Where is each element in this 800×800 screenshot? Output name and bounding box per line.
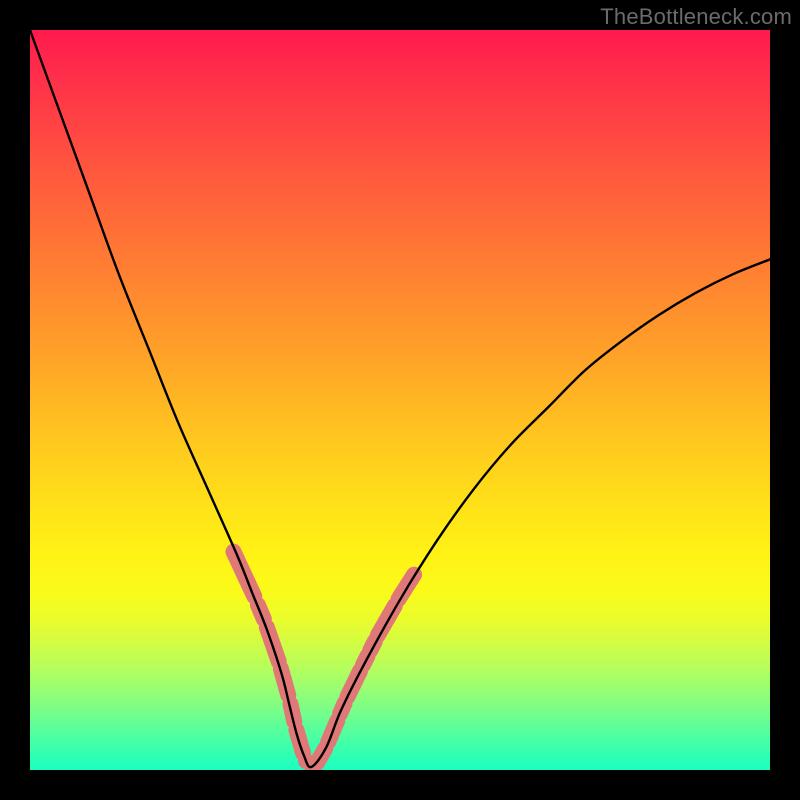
- plot-area: [30, 30, 770, 770]
- marker-group: [234, 552, 415, 766]
- bottleneck-curve: [30, 30, 770, 767]
- chart-overlay: [30, 30, 770, 770]
- watermark-text: TheBottleneck.com: [600, 4, 792, 30]
- curve-marker: [378, 606, 395, 636]
- chart-frame: TheBottleneck.com: [0, 0, 800, 800]
